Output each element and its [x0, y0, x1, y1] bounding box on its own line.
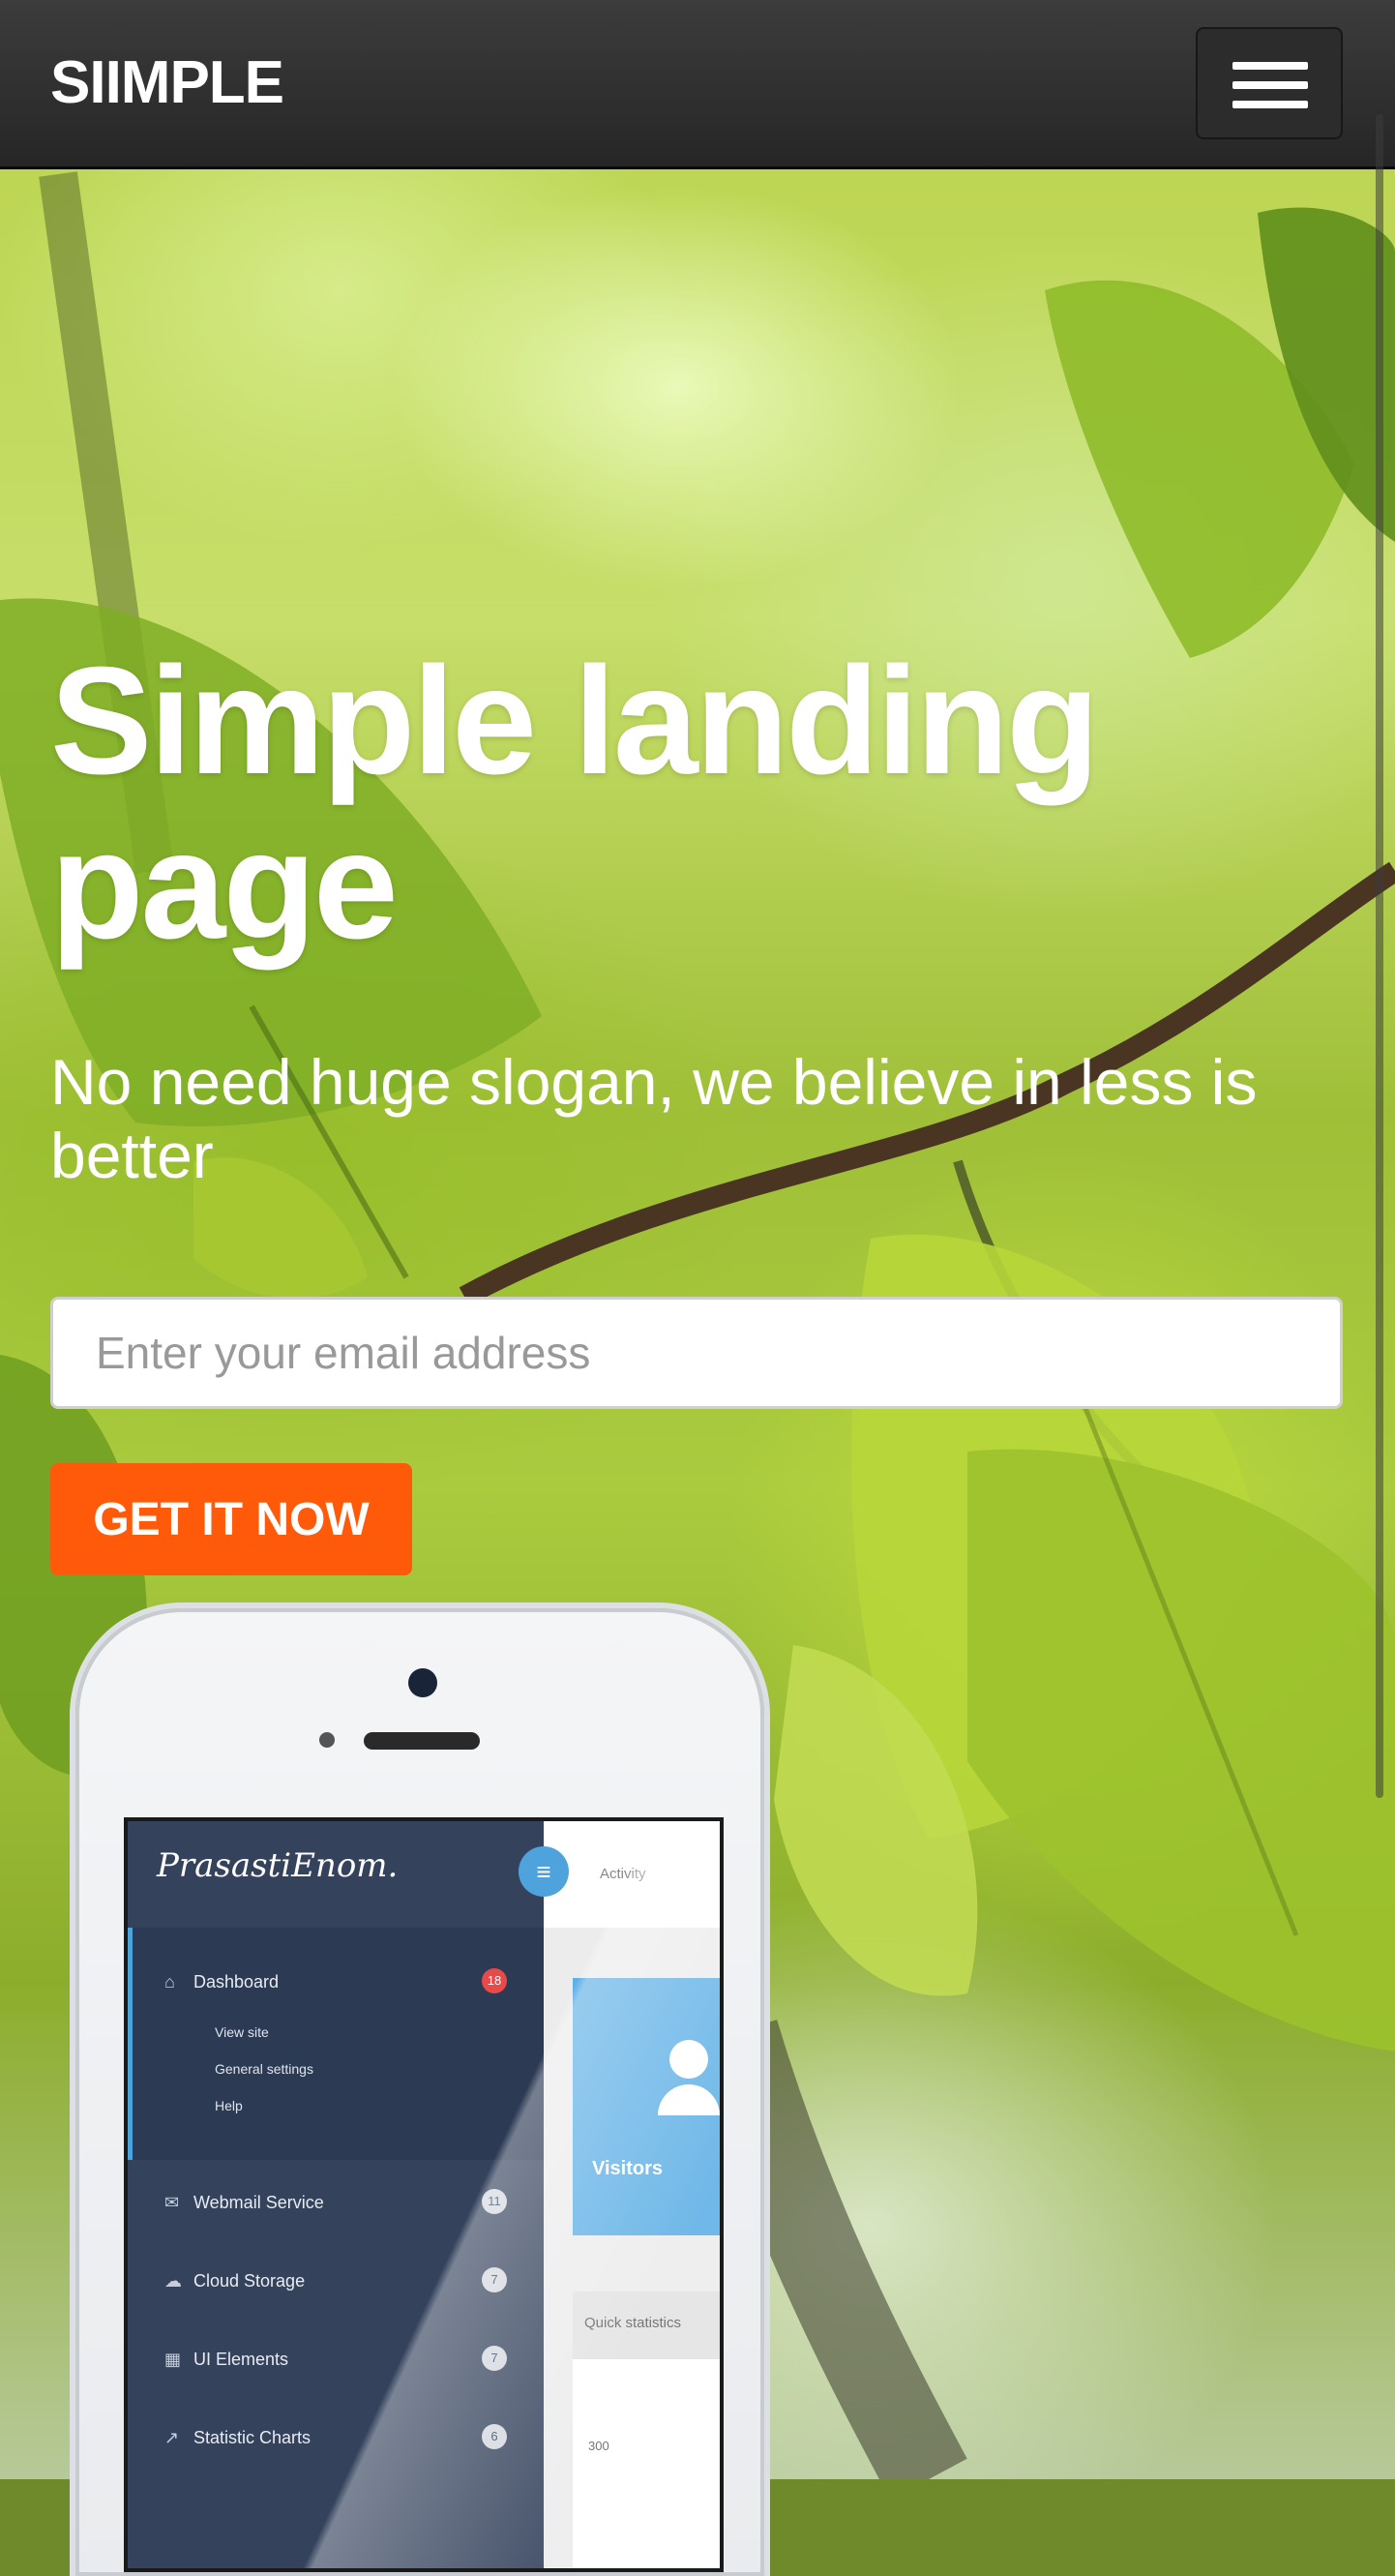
screen-item-cloud: ☁ Cloud Storage — [164, 2271, 306, 2291]
mail-icon: ✉ — [164, 2193, 180, 2212]
screen-tab-activity: Activity — [600, 1866, 646, 1882]
screen-chart-tick: 300 — [588, 2439, 609, 2453]
screen-menu-icon: ≡ — [519, 1846, 569, 1897]
brand-logo[interactable]: SIIMPLE — [50, 48, 284, 117]
hero-title: Simple landing page — [50, 636, 1100, 971]
screen-dashboard-group — [128, 1928, 544, 2160]
email-input[interactable] — [50, 1297, 1343, 1409]
screen-subitem: View site — [215, 2024, 269, 2040]
screen-badge: 7 — [482, 2346, 507, 2371]
screen-subitem: General settings — [215, 2061, 313, 2077]
screen-badge: 11 — [482, 2189, 507, 2214]
screen-item-statistic-charts: ↗ Statistic Charts — [164, 2428, 312, 2447]
screen-item-dashboard: ⌂ Dashboard — [164, 1972, 280, 1992]
screen-item-webmail: ✉ Webmail Service — [164, 2193, 324, 2212]
phone-mockup-image: PrasastiEnom. ⌂ Dashboard 18 View site Ge… — [75, 1608, 764, 2576]
chart-icon: ↗ — [164, 2428, 180, 2447]
user-icon — [669, 2040, 708, 2079]
screen-chart-area — [573, 2359, 720, 2568]
phone-speaker — [364, 1732, 480, 1750]
home-icon: ⌂ — [164, 1972, 175, 1992]
page-scrollbar[interactable] — [1376, 114, 1383, 1798]
phone-sensor — [319, 1732, 335, 1748]
menu-toggle-button[interactable] — [1196, 27, 1343, 139]
screen-badge: 7 — [482, 2267, 507, 2292]
top-navbar: SIIMPLE — [0, 0, 1395, 169]
screen-subitem: Help — [215, 2098, 243, 2113]
screen-visitors-label: Visitors — [592, 2158, 663, 2179]
screen-logo: PrasastiEnom. — [157, 1846, 399, 1885]
calendar-icon: ▦ — [164, 2350, 182, 2369]
screen-quick-stats-label: Quick statistics — [584, 2315, 682, 2331]
hero-slogan: No need huge slogan, we believe in less … — [50, 1046, 1258, 1191]
screen-item-ui-elements: ▦ UI Elements — [164, 2350, 289, 2369]
get-it-now-button[interactable]: GET IT NOW — [50, 1463, 412, 1575]
cloud-icon: ☁ — [164, 2271, 182, 2291]
phone-camera — [408, 1668, 437, 1697]
phone-screen: PrasastiEnom. ⌂ Dashboard 18 View site Ge… — [124, 1817, 724, 2572]
screen-badge: 18 — [482, 1968, 507, 1993]
screen-badge: 6 — [482, 2424, 507, 2449]
